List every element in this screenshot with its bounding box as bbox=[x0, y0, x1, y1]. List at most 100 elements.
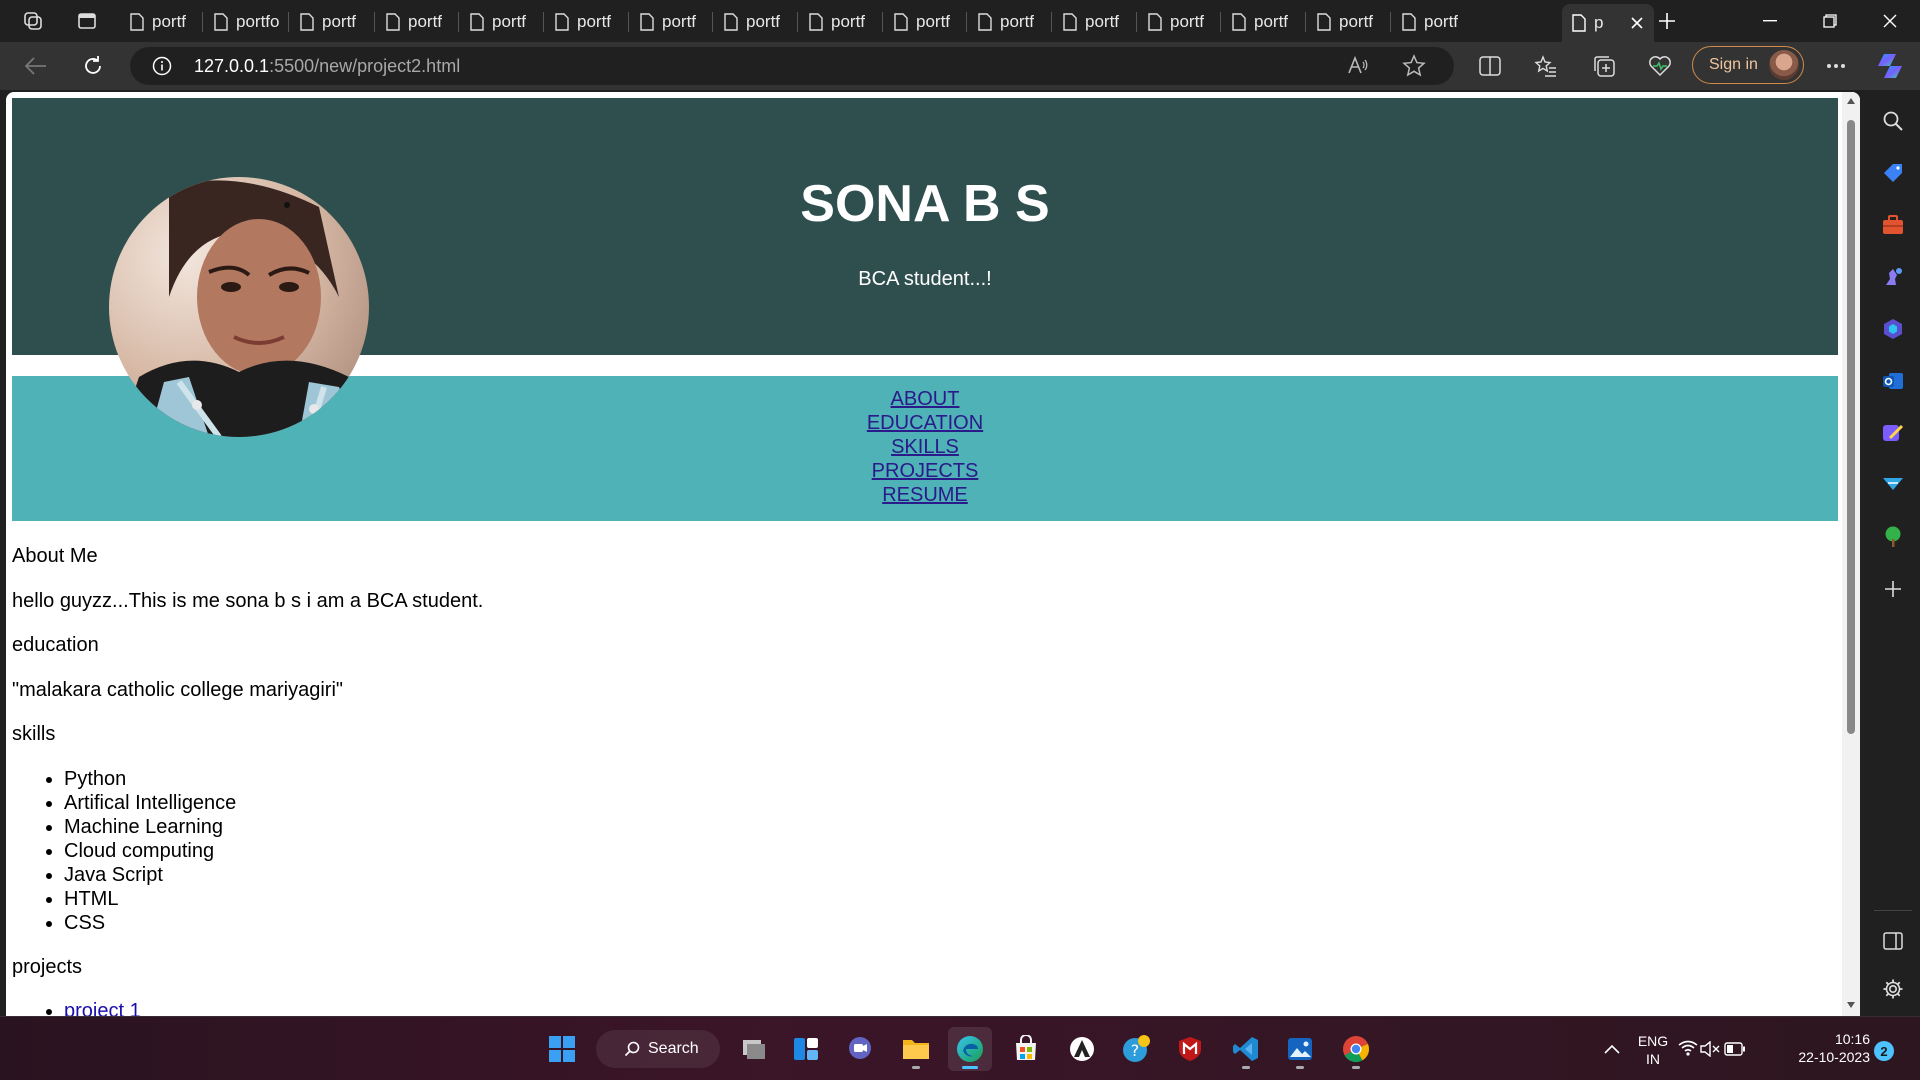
url-text: 127.0.0.1:5500/new/project2.html bbox=[194, 56, 461, 76]
education-heading: education bbox=[12, 634, 99, 656]
language-indicator[interactable]: ENG IN bbox=[1630, 1032, 1676, 1068]
browser-tab[interactable]: portf bbox=[376, 6, 458, 38]
file-explorer-icon[interactable] bbox=[894, 1027, 938, 1071]
education-text: "malakara catholic college mariyagiri" bbox=[12, 678, 343, 701]
search-icon[interactable] bbox=[1878, 106, 1908, 136]
nav-skills-link[interactable]: SKILLS bbox=[12, 435, 1838, 459]
nav-resume-link[interactable]: RESUME bbox=[12, 483, 1838, 507]
edge-browser-icon[interactable] bbox=[948, 1027, 992, 1071]
page-icon bbox=[809, 13, 823, 31]
browser-tab[interactable]: portf bbox=[460, 6, 542, 38]
browser-tab[interactable]: portf bbox=[884, 6, 966, 38]
skills-list: Python Artifical Intelligence Machine Le… bbox=[12, 767, 1838, 935]
about-heading: About Me bbox=[12, 545, 98, 567]
browser-toolbar: 127.0.0.1:5500/new/project2.html Sign in bbox=[0, 42, 1920, 90]
more-options-icon[interactable] bbox=[1818, 48, 1854, 84]
page-icon bbox=[470, 13, 484, 31]
browser-tab[interactable]: portf bbox=[1222, 6, 1304, 38]
project-link[interactable]: project 1 bbox=[64, 1000, 141, 1016]
page-icon bbox=[214, 13, 228, 31]
task-view-icon[interactable] bbox=[732, 1027, 776, 1071]
browser-tab[interactable]: portf bbox=[1138, 6, 1220, 38]
photos-icon[interactable] bbox=[1278, 1027, 1322, 1071]
page-icon bbox=[978, 13, 992, 31]
browser-tab[interactable]: portf bbox=[290, 6, 372, 38]
browser-tab[interactable]: portf bbox=[1053, 6, 1135, 38]
app-icon[interactable] bbox=[1060, 1027, 1104, 1071]
mcafee-icon[interactable] bbox=[1168, 1027, 1212, 1071]
page-icon bbox=[1572, 14, 1586, 32]
restore-icon[interactable] bbox=[1800, 0, 1860, 42]
projects-heading: projects bbox=[12, 955, 83, 978]
browser-tab[interactable]: portf bbox=[545, 6, 627, 38]
sign-in-button[interactable]: Sign in bbox=[1692, 46, 1804, 84]
browser-tab[interactable]: portf bbox=[120, 6, 202, 38]
teams-chat-icon[interactable] bbox=[838, 1027, 882, 1071]
skill-item: HTML bbox=[64, 887, 1838, 911]
settings-gear-icon[interactable] bbox=[1878, 974, 1908, 1004]
microsoft-store-icon[interactable] bbox=[1004, 1027, 1048, 1071]
clock[interactable]: 10:16 22-10-2023 bbox=[1780, 1030, 1870, 1066]
browser-tab[interactable]: portf bbox=[1307, 6, 1389, 38]
browser-tab[interactable]: portf bbox=[630, 6, 712, 38]
page-content: About Me hello guyzz...This is me sona b… bbox=[12, 544, 1838, 1016]
browser-essentials-icon[interactable] bbox=[1642, 48, 1678, 84]
hide-sidebar-icon[interactable] bbox=[1878, 926, 1908, 956]
favorites-icon[interactable] bbox=[1528, 48, 1564, 84]
vscode-icon[interactable] bbox=[1224, 1027, 1268, 1071]
copilot-icon[interactable] bbox=[1872, 48, 1908, 84]
browser-tab[interactable]: portf bbox=[1392, 6, 1474, 38]
workspaces-icon[interactable] bbox=[18, 6, 48, 36]
site-info-icon[interactable] bbox=[152, 56, 172, 76]
scroll-down-icon[interactable] bbox=[1846, 1000, 1856, 1010]
designer-icon[interactable] bbox=[1878, 418, 1908, 448]
scroll-up-icon[interactable] bbox=[1846, 96, 1856, 106]
wifi-icon bbox=[1678, 1040, 1698, 1056]
tab-actions-icon[interactable] bbox=[72, 6, 102, 36]
tools-briefcase-icon[interactable] bbox=[1878, 210, 1908, 240]
drop-send-icon[interactable] bbox=[1878, 470, 1908, 500]
split-screen-icon[interactable] bbox=[1472, 48, 1508, 84]
skills-heading: skills bbox=[12, 723, 56, 745]
skill-item: CSS bbox=[64, 911, 1838, 935]
skill-item: Machine Learning bbox=[64, 815, 1838, 839]
close-tab-icon[interactable] bbox=[1626, 12, 1648, 34]
outlook-icon[interactable] bbox=[1878, 366, 1908, 396]
address-bar[interactable]: 127.0.0.1:5500/new/project2.html bbox=[130, 47, 1454, 85]
system-tray-group[interactable] bbox=[1678, 1027, 1745, 1071]
collections-icon[interactable] bbox=[1586, 48, 1622, 84]
games-icon[interactable] bbox=[1878, 262, 1908, 292]
refresh-icon[interactable] bbox=[75, 48, 111, 84]
skill-item: Cloud computing bbox=[64, 839, 1838, 863]
minimize-icon[interactable] bbox=[1740, 0, 1800, 42]
microsoft-365-icon[interactable] bbox=[1878, 314, 1908, 344]
browser-tab[interactable]: portfo bbox=[204, 6, 286, 38]
scroll-thumb[interactable] bbox=[1847, 120, 1855, 734]
show-hidden-icons-icon[interactable] bbox=[1590, 1027, 1634, 1071]
page-scrollbar[interactable] bbox=[1842, 92, 1860, 1016]
close-window-icon[interactable] bbox=[1860, 0, 1920, 42]
new-tab-icon[interactable] bbox=[1652, 6, 1682, 36]
shopping-tag-icon[interactable] bbox=[1878, 158, 1908, 188]
skill-item: Python bbox=[64, 767, 1838, 791]
nav-projects-link[interactable]: PROJECTS bbox=[12, 459, 1838, 483]
page-viewport: SONA B S BCA student...! ABOUT EDUCATION… bbox=[6, 92, 1860, 1016]
add-sidebar-app-icon[interactable] bbox=[1878, 574, 1908, 604]
read-aloud-icon[interactable] bbox=[1346, 54, 1370, 78]
browser-tab[interactable]: portf bbox=[799, 6, 881, 38]
chrome-icon[interactable] bbox=[1334, 1027, 1378, 1071]
favorite-star-icon[interactable] bbox=[1402, 54, 1426, 78]
widgets-icon[interactable] bbox=[784, 1027, 828, 1071]
tree-icon[interactable] bbox=[1878, 522, 1908, 552]
active-browser-tab[interactable]: p bbox=[1562, 4, 1654, 42]
page-icon bbox=[1402, 13, 1416, 31]
browser-tab[interactable]: portf bbox=[968, 6, 1050, 38]
about-text: hello guyzz...This is me sona b s i am a… bbox=[12, 589, 484, 612]
start-icon[interactable] bbox=[540, 1027, 584, 1071]
browser-tab[interactable]: portf bbox=[714, 6, 796, 38]
taskbar-search[interactable]: Search bbox=[596, 1030, 720, 1068]
back-icon[interactable] bbox=[18, 48, 54, 84]
help-tips-icon[interactable]: ? bbox=[1114, 1027, 1158, 1071]
notification-badge[interactable]: 2 bbox=[1874, 1041, 1894, 1061]
svg-text:?: ? bbox=[1131, 1041, 1140, 1060]
